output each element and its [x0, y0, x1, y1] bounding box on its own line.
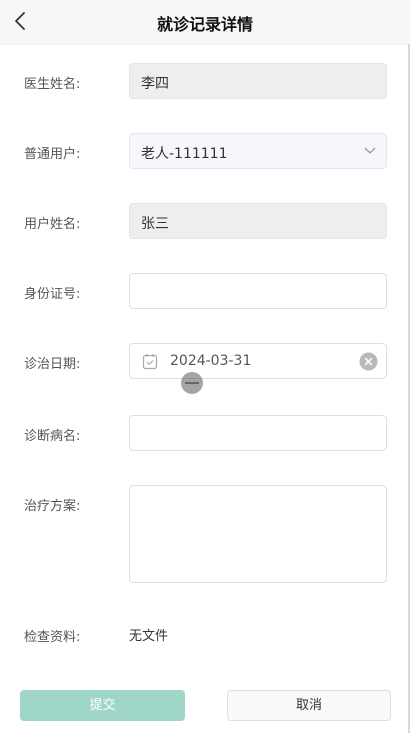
doctor-name-label: 医生姓名:: [24, 77, 81, 92]
treatment-textarea[interactable]: [129, 485, 387, 583]
normal-user-select[interactable]: 老人-111111: [129, 133, 387, 169]
visit-date-value: 2024-03-31: [170, 353, 252, 369]
exam-files-value: 无文件: [129, 629, 169, 644]
clear-icon[interactable]: [359, 352, 378, 371]
diagnosis-input[interactable]: [129, 415, 387, 451]
id-number-label: 身份证号:: [24, 287, 81, 302]
diagnosis-label: 诊断病名:: [24, 429, 81, 444]
id-number-input[interactable]: [129, 273, 387, 309]
touch-cursor: [181, 372, 203, 394]
chevron-down-icon: [364, 147, 376, 154]
visit-date-picker[interactable]: 2024-03-31: [129, 343, 387, 379]
page-title: 就诊记录详情: [156, 15, 253, 34]
normal-user-value: 老人-111111: [141, 146, 228, 162]
submit-button[interactable]: 提交: [20, 690, 185, 721]
cancel-button[interactable]: 取消: [227, 690, 391, 721]
visit-date-label: 诊治日期:: [24, 357, 81, 372]
user-name-value: 张三: [141, 216, 169, 232]
page-header: 就诊记录详情: [0, 0, 410, 45]
normal-user-label: 普通用户:: [24, 147, 81, 162]
exam-files-label: 检查资料:: [24, 630, 81, 645]
user-name-field: 张三: [129, 203, 387, 239]
doctor-name-value: 李四: [141, 76, 169, 92]
user-name-label: 用户姓名:: [24, 217, 81, 232]
doctor-name-field: 李四: [129, 63, 387, 99]
treatment-label: 治疗方案:: [24, 499, 81, 514]
calendar-icon: [142, 354, 158, 370]
